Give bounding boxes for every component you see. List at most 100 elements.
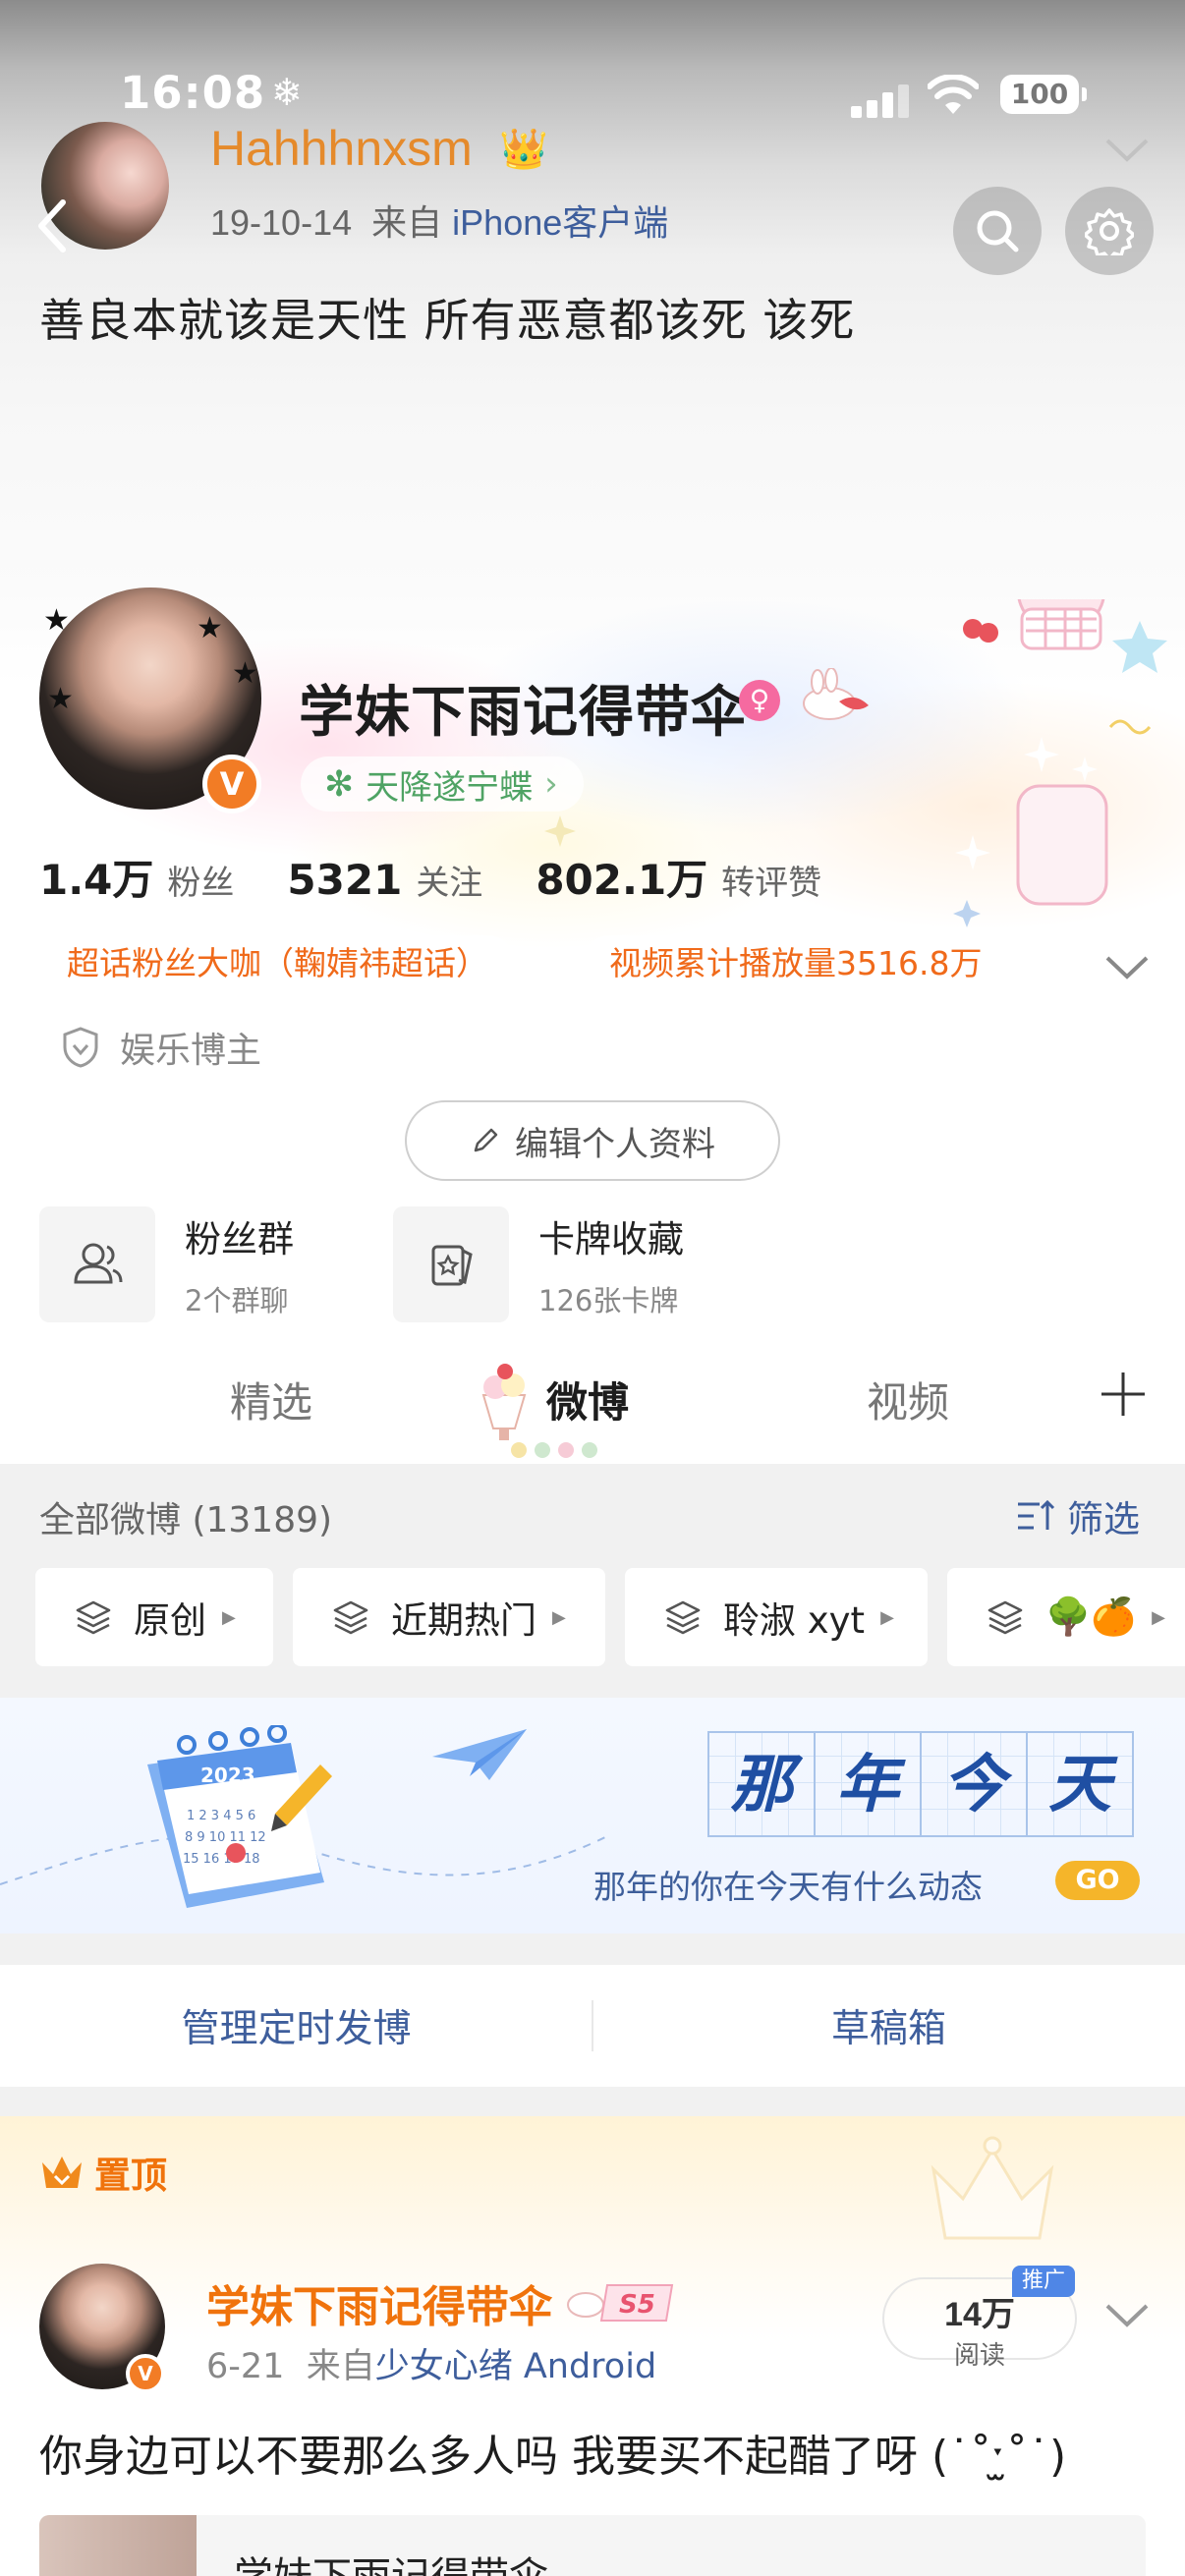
- caret-right-icon: ▶: [880, 1606, 894, 1628]
- from-label: 来自: [306, 2347, 375, 2386]
- shield-icon: [63, 1027, 98, 1068]
- card-icon: [393, 1206, 509, 1322]
- layers-icon: [665, 1600, 701, 1635]
- divider: [592, 2000, 593, 2051]
- on-this-day-banner[interactable]: 2023 1 2 3 4 5 6 8 9 10 11 12 15 16 17 1…: [0, 1698, 1185, 1933]
- crown-icon: [42, 2156, 82, 2188]
- chip-label: 聆淑 xyt: [723, 1599, 866, 1642]
- crown-badge-icon: 👑: [499, 127, 548, 172]
- battery-icon: 100: [1000, 75, 1087, 114]
- filter-button[interactable]: 筛选: [1016, 1489, 1140, 1542]
- drafts-button[interactable]: 草稿箱: [592, 1998, 1185, 2053]
- cellular-signal-icon: [851, 84, 910, 118]
- chevron-right-icon: ›: [544, 764, 558, 804]
- filter-label: 筛选: [1067, 1498, 1140, 1540]
- status-bar: 16:08 ❄ 100: [0, 61, 1185, 130]
- tab-featured[interactable]: 精选: [230, 1370, 312, 1429]
- filter-icon: [1018, 1499, 1055, 1530]
- search-button[interactable]: [953, 187, 1042, 275]
- fan-group-sub: 2个群聊: [185, 1284, 289, 1317]
- previous-post-author[interactable]: Hahhhnxsm: [210, 120, 473, 177]
- chip-label: 近期热门: [391, 1599, 536, 1642]
- caret-right-icon: ▶: [552, 1606, 566, 1628]
- plus-icon[interactable]: [1099, 1370, 1148, 1419]
- post-text: 你身边可以不要那么多人吗 我要买不起醋了呀 (˙˚ˑ̫˚˙): [39, 2432, 1067, 2482]
- chip-original[interactable]: 原创 ▶: [35, 1568, 273, 1666]
- snowflake-medal-icon: ✻: [324, 763, 355, 805]
- chevron-down-icon[interactable]: [1104, 955, 1150, 980]
- pinned-post-card[interactable]: 置顶 V 学妹下雨记得带伞 S5 6-21 来自少女心绪 Android 14万…: [0, 2116, 1185, 2576]
- chip-custom-group[interactable]: 聆淑 xyt ▶: [625, 1568, 928, 1666]
- calendar-year: 2023: [200, 1764, 255, 1787]
- star-decoration-icon: ★: [47, 682, 74, 716]
- layers-icon: [333, 1600, 368, 1635]
- embedded-card[interactable]: 学妹下雨记得带伞: [39, 2515, 1146, 2576]
- previous-post-date: 19-10-14: [210, 202, 353, 243]
- svg-text:15 16 17 18: 15 16 17 18: [183, 1852, 260, 1867]
- status-time: 16:08: [120, 67, 266, 119]
- scheduled-posts-button[interactable]: 管理定时发博: [0, 1998, 592, 2053]
- female-icon: ♀: [739, 680, 780, 721]
- verification-label: 娱乐博主: [120, 1031, 262, 1071]
- post-source[interactable]: 少女心绪 Android: [375, 2347, 656, 2386]
- promote-badge[interactable]: 推广: [1012, 2266, 1076, 2297]
- followers-stat[interactable]: 1.4万 粉丝: [39, 847, 234, 907]
- go-button[interactable]: GO: [1055, 1861, 1140, 1900]
- level-badge-icon: S5: [567, 2284, 674, 2322]
- profile-tabs: 精选 微博 视频: [0, 1356, 1185, 1464]
- edit-profile-label: 编辑个人资料: [515, 1124, 715, 1164]
- card-collection-entry[interactable]: 卡牌收藏 126张卡牌: [393, 1206, 684, 1322]
- profile-page: 16:08 ❄ 100 Hahhhnxsm 👑 19-10-14 来自 iPho…: [0, 0, 1185, 2576]
- title-char: 年: [814, 1731, 922, 1837]
- pinned-label: 置顶: [39, 2146, 167, 2199]
- edit-profile-button[interactable]: 编辑个人资料: [405, 1100, 780, 1181]
- chip-recent-hot[interactable]: 近期热门 ▶: [293, 1568, 605, 1666]
- card-collection-sub: 126张卡牌: [538, 1284, 679, 1317]
- layers-icon: [988, 1600, 1023, 1635]
- stat-value: 5321: [287, 856, 403, 904]
- video-plays-tag[interactable]: 视频累计播放量3516.8万: [582, 935, 1010, 992]
- card-collection-title: 卡牌收藏: [538, 1218, 684, 1260]
- calendar-icon: 2023 1 2 3 4 5 6 8 9 10 11 12 15 16 17 1…: [147, 1725, 332, 1908]
- chip-emoji-group[interactable]: 🌳🍊 ▶: [947, 1568, 1185, 1666]
- likes-stat[interactable]: 802.1万 转评赞: [536, 847, 821, 907]
- chevron-down-icon[interactable]: [1104, 2303, 1150, 2328]
- people-icon: [39, 1206, 155, 1322]
- fan-group-title: 粉丝群: [185, 1218, 294, 1260]
- post-author-name[interactable]: 学妹下雨记得带伞: [206, 2271, 552, 2334]
- profile-bio: 善良本就该是天性 所有恶意都该死 该死: [39, 294, 856, 347]
- on-this-day-subtitle: 那年的你在今天有什么动态: [593, 1868, 983, 1906]
- tab-weibo[interactable]: 微博: [546, 1370, 629, 1429]
- settings-button[interactable]: [1065, 187, 1154, 275]
- fan-group-entry[interactable]: 粉丝群 2个群聊: [39, 1206, 294, 1322]
- snowflake-icon: ❄: [271, 71, 303, 114]
- from-label: 来自: [371, 202, 443, 243]
- search-icon: [977, 210, 1019, 252]
- gear-icon: [1085, 208, 1134, 255]
- embedded-title: 学妹下雨记得带伞: [234, 2545, 548, 2576]
- stat-value: 1.4万: [39, 856, 154, 904]
- caret-right-icon: ▶: [1152, 1606, 1165, 1628]
- stat-label: 粉丝: [167, 864, 235, 903]
- paper-plane-icon: [432, 1729, 527, 1780]
- stat-value: 802.1万: [536, 856, 708, 904]
- chip-label: 原创: [134, 1599, 206, 1642]
- previous-post-source[interactable]: iPhone客户端: [452, 202, 668, 243]
- medal-label: 天降遂宁蝶: [366, 767, 534, 808]
- stat-label: 转评赞: [721, 864, 822, 903]
- title-char: 天: [1026, 1731, 1134, 1837]
- bunny-sticker-icon: [803, 668, 869, 720]
- supertopic-tag[interactable]: 超话粉丝大咖（鞠婧祎超话）: [39, 935, 516, 992]
- chevron-down-icon[interactable]: [1104, 138, 1150, 163]
- manage-bar: 管理定时发博 草稿箱: [0, 1965, 1185, 2087]
- back-arrow-icon[interactable]: [33, 196, 73, 255]
- embedded-thumbnail: [39, 2515, 197, 2576]
- crown-watermark-icon: [931, 2136, 1054, 2240]
- medal-badge[interactable]: ✻ 天降遂宁蝶 ›: [301, 756, 584, 812]
- chip-label: 🌳🍊: [1045, 1596, 1137, 1638]
- following-stat[interactable]: 5321 关注: [287, 856, 482, 904]
- tab-video[interactable]: 视频: [867, 1370, 949, 1429]
- pencil-icon: [474, 1128, 498, 1152]
- profile-name: 学妹下雨记得带伞: [299, 681, 747, 745]
- verified-badge: V: [202, 755, 261, 813]
